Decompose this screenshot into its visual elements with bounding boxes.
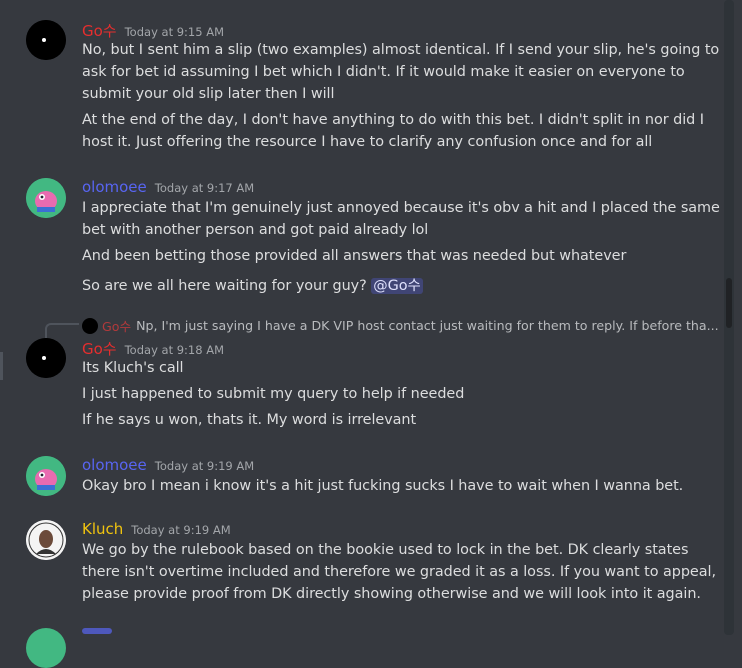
avatar[interactable]: [26, 628, 66, 668]
username[interactable]: Go수: [82, 338, 117, 359]
dark-avatar-icon: [26, 20, 66, 60]
reply-avatar: [82, 317, 98, 334]
timestamp: Today at 9:19 AM: [131, 523, 231, 537]
message-line: Its Kluch's call: [82, 360, 184, 376]
message-line: So are we all here waiting for your guy?…: [82, 274, 423, 295]
reply-preview[interactable]: Go수 Np, I'm just saying I have a DK VIP …: [82, 316, 719, 335]
username[interactable]: olomoee: [82, 178, 147, 196]
avatar[interactable]: [26, 338, 66, 378]
scrollbar-thumb[interactable]: [726, 278, 732, 328]
pink-creature-avatar-icon: [26, 456, 66, 496]
avatar[interactable]: [26, 20, 66, 60]
reply-username[interactable]: Go수: [102, 316, 131, 335]
timestamp: Today at 9:19 AM: [154, 459, 255, 473]
timestamp: Today at 9:17 AM: [154, 181, 255, 195]
message-text: So are we all here waiting for your guy?: [82, 278, 367, 294]
avatar[interactable]: [26, 520, 66, 560]
message-line: I appreciate that I'm genuinely just ann…: [82, 200, 720, 216]
message-line: We go by the rulebook based on the booki…: [82, 542, 689, 558]
username[interactable]: Go수: [82, 20, 117, 41]
message-line: please provide proof from DK directly sh…: [82, 586, 701, 602]
dark-avatar-icon: [26, 338, 66, 378]
reply-spine: [45, 323, 79, 339]
avatar[interactable]: [26, 178, 66, 218]
username[interactable]: olomoee: [82, 456, 147, 474]
message-line: At the end of the day, I don't have anyt…: [82, 112, 704, 128]
message-line: bet with another person and got paid alr…: [82, 222, 429, 238]
message-line: ask for bet id assuming I bet which I di…: [82, 64, 685, 80]
portrait-avatar-icon: [26, 520, 66, 560]
pink-creature-avatar-icon: [26, 178, 66, 218]
message-line: And been betting those provided all answ…: [82, 248, 627, 264]
message-line: Okay bro I mean i know it's a hit just f…: [82, 478, 684, 494]
message-line: submit your old slip later then I will: [82, 86, 335, 102]
timestamp: Today at 9:15 AM: [124, 25, 225, 39]
message-line: there isn't overtime included and theref…: [82, 564, 716, 580]
message-line: I just happened to submit my query to he…: [82, 386, 465, 402]
username[interactable]: [82, 628, 112, 634]
avatar[interactable]: [26, 456, 66, 496]
username[interactable]: Kluch: [82, 520, 123, 538]
message-line: host it. Just offering the resource I ha…: [82, 134, 653, 150]
message-line: No, but I sent him a slip (two examples)…: [82, 42, 720, 58]
user-mention[interactable]: @Go수: [371, 278, 423, 294]
message-line: If he says u won, thats it. My word is i…: [82, 412, 417, 428]
reply-text[interactable]: Np, I'm just saying I have a DK VIP host…: [136, 318, 719, 333]
unread-indicator: [0, 352, 3, 380]
chat-messages: Go수 Today at 9:15 AM No, but I sent him …: [0, 0, 742, 668]
timestamp: Today at 9:18 AM: [124, 343, 225, 357]
